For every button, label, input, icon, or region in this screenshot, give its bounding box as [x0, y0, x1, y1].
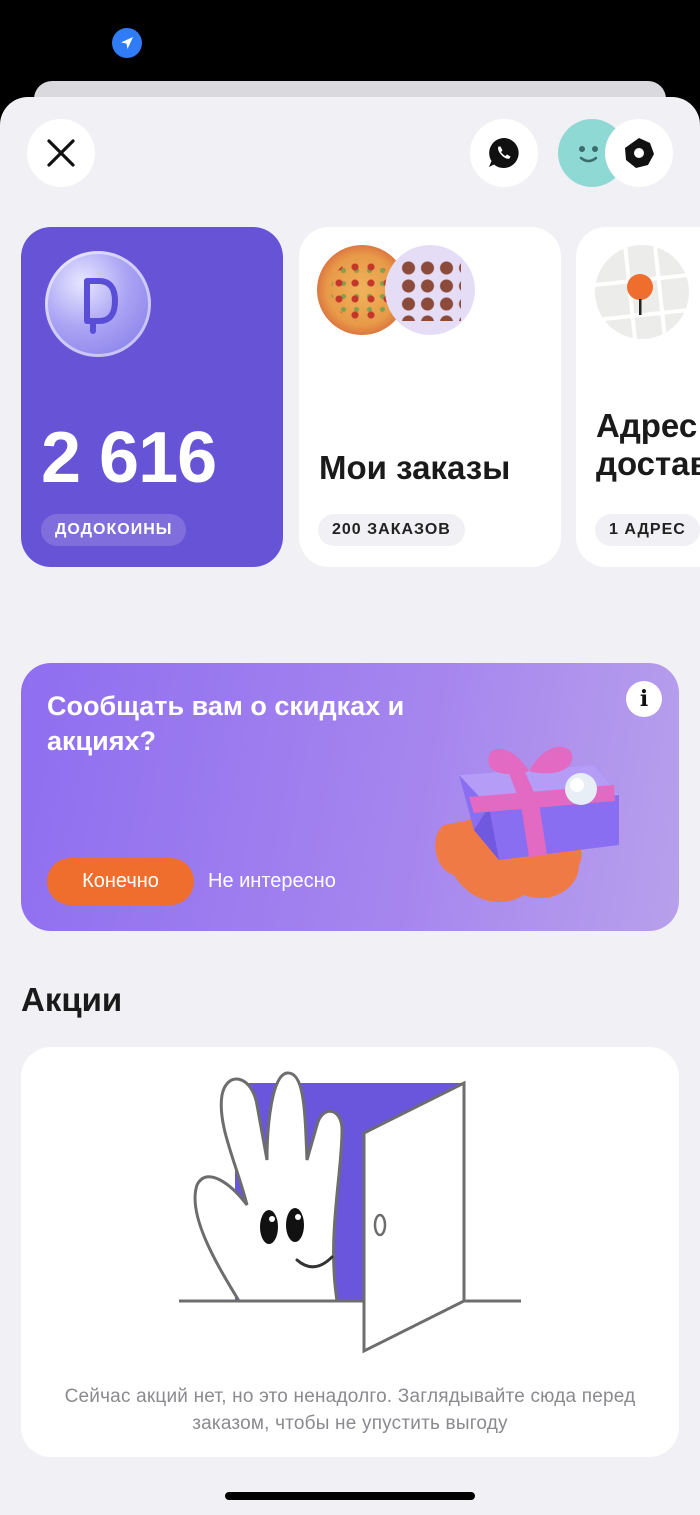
map-pin-icon — [595, 245, 689, 339]
dodocoins-balance: 2 616 — [41, 418, 217, 498]
home-indicator[interactable] — [225, 1492, 475, 1500]
address-title-line1: Адрес — [596, 407, 698, 444]
promotions-section-title: Акции — [21, 981, 123, 1018]
gift-illustration — [429, 685, 629, 920]
orders-count-badge: 200 ЗАКАЗОВ — [318, 514, 465, 546]
my-orders-title: Мои заказы — [319, 449, 511, 486]
whatsapp-chat-icon — [489, 138, 519, 168]
delivery-address-card[interactable]: Адрес доставки 1 АДРЕС — [576, 227, 700, 567]
waving-hand-door-illustration — [177, 1065, 523, 1360]
promo-question: Сообщать вам о скидках и акциях? — [47, 691, 405, 756]
location-arrow-icon — [112, 28, 142, 58]
chat-button[interactable] — [470, 119, 538, 187]
close-icon — [47, 139, 75, 167]
status-bar — [0, 0, 700, 82]
gear-icon — [625, 138, 654, 168]
dodocoins-label: ДОДОКОИНЫ — [41, 514, 187, 546]
notifications-promo-banner: Сообщать вам о скидках и акциях? i Конеч… — [21, 663, 679, 931]
my-orders-card[interactable]: Мои заказы 200 ЗАКАЗОВ — [299, 227, 561, 567]
delivery-address-title: Адрес доставки — [596, 407, 700, 483]
address-count-badge: 1 АДРЕС — [595, 514, 700, 546]
close-button[interactable] — [27, 119, 95, 187]
profile-cards-carousel[interactable]: 2 616 ДОДОКОИНЫ Мои заказы 200 ЗАКАЗОВ А… — [0, 227, 700, 567]
confirm-notifications-button[interactable]: Конечно — [47, 858, 194, 905]
address-title-line2: доставки — [596, 445, 700, 482]
face-avatar-icon — [579, 146, 598, 163]
promotions-empty-card: Сейчас акций нет, но это ненадолго. Загл… — [21, 1047, 679, 1457]
settings-button[interactable] — [605, 119, 673, 187]
decline-notifications-button[interactable]: Не интересно — [208, 858, 336, 905]
profile-sheet: 2 616 ДОДОКОИНЫ Мои заказы 200 ЗАКАЗОВ А… — [0, 97, 700, 1515]
info-icon: i — [639, 686, 649, 712]
info-button[interactable]: i — [626, 681, 662, 717]
promotions-empty-message: Сейчас акций нет, но это ненадолго. Загл… — [64, 1386, 636, 1434]
coin-icon — [45, 251, 151, 357]
dodocoins-card[interactable]: 2 616 ДОДОКОИНЫ — [21, 227, 283, 567]
snack-image — [385, 245, 475, 335]
